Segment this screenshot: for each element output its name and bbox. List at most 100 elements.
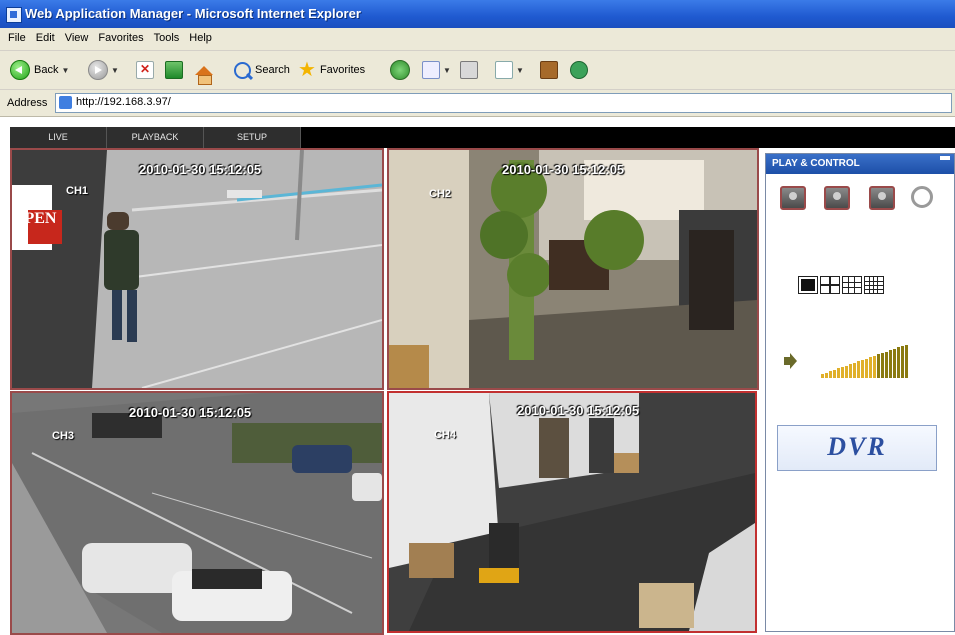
ch3-label: CH3 (52, 430, 75, 442)
edit-button[interactable]: ▼ (495, 59, 524, 81)
volume-bar (853, 362, 856, 378)
star-icon: ★ (298, 59, 316, 81)
menu-file[interactable]: File (0, 28, 31, 44)
panel-title: PLAY & CONTROL (772, 158, 860, 169)
ch2-timestamp: 2010-01-30 15:12:05 (502, 162, 625, 177)
ch2-scene (389, 150, 757, 388)
home-button[interactable] (195, 59, 213, 85)
back-label: Back (34, 64, 59, 76)
layout-1x1-icon[interactable] (798, 276, 818, 294)
camera-view-ch3[interactable]: 2010-01-30 15:12:05 CH3 (10, 391, 384, 635)
refresh-button[interactable] (165, 59, 183, 81)
menu-tools[interactable]: Tools (149, 28, 185, 44)
history-icon (390, 60, 410, 80)
volume-bar (865, 358, 868, 378)
back-button[interactable]: Back ▼ (10, 59, 69, 81)
volume-bar (897, 347, 900, 378)
address-url: http://192.168.3.97/ (76, 96, 171, 108)
research-button[interactable] (540, 59, 558, 81)
mail-icon (422, 61, 440, 79)
volume-bar (833, 369, 836, 378)
dvr-logo: DVR (777, 425, 937, 471)
layout-4x4-icon[interactable] (864, 276, 884, 294)
record-camera-icon[interactable] (780, 186, 806, 210)
playback-camera-icon[interactable] (869, 186, 895, 210)
address-bar: Address http://192.168.3.97/ (0, 90, 955, 117)
forward-button[interactable]: ▼ (88, 59, 119, 81)
favorites-label: Favorites (319, 64, 366, 76)
menu-bar: File Edit View Favorites Tools Help (0, 28, 955, 51)
menu-view[interactable]: View (60, 28, 94, 44)
volume-bar (829, 371, 832, 378)
camera-view-ch1[interactable]: 2010-01-30 15:12:05 CH1 OPEN (10, 148, 384, 390)
ch2-label: CH2 (429, 188, 452, 200)
edit-page-icon (495, 61, 513, 79)
mail-button[interactable]: ▼ (422, 59, 451, 81)
toolbar: Back ▼ ▼ Search ★ Favorites ▼ ▼ (0, 51, 955, 90)
search-button[interactable]: Search (234, 59, 290, 81)
favorites-button[interactable]: ★ Favorites (298, 59, 365, 81)
volume-bar (849, 364, 852, 378)
tab-live[interactable]: LIVE (10, 127, 107, 148)
ch4-label: CH4 (434, 429, 457, 441)
printer-icon (460, 61, 478, 79)
menu-edit[interactable]: Edit (31, 28, 60, 44)
tab-playback[interactable]: PLAYBACK (107, 127, 204, 148)
volume-bar (881, 353, 884, 378)
volume-bar (889, 350, 892, 378)
camera-grid: 2010-01-30 15:12:05 CH1 OPEN 2010-01-30 … (10, 148, 759, 635)
stop-button[interactable] (136, 59, 154, 81)
volume-bar (877, 354, 880, 378)
ch1-label: CH1 (66, 185, 89, 197)
ch3-scene (12, 393, 382, 633)
page-icon (59, 96, 72, 109)
volume-bar (901, 346, 904, 378)
search-label: Search (255, 64, 290, 76)
panel-header: PLAY & CONTROL (766, 154, 954, 174)
volume-bar (841, 367, 844, 378)
volume-bar (825, 372, 828, 378)
content-spacer (0, 117, 955, 127)
camera-view-ch4[interactable]: 2010-01-30 15:12:05 CH4 (387, 391, 757, 633)
volume-bar (837, 368, 840, 378)
print-button[interactable] (460, 59, 478, 81)
back-arrow-icon (10, 60, 30, 80)
history-button[interactable] (390, 59, 410, 81)
layout-2x2-icon[interactable] (820, 276, 840, 294)
dvr-nav-bar: LIVE PLAYBACK SETUP (10, 127, 955, 148)
search-icon (234, 61, 251, 79)
volume-bar (845, 365, 848, 378)
ch1-timestamp: 2010-01-30 15:12:05 (139, 162, 262, 177)
volume-slider[interactable] (821, 344, 916, 378)
camera-view-ch2[interactable]: 2010-01-30 15:12:05 CH2 (387, 148, 759, 390)
volume-bar (857, 361, 860, 378)
play-control-panel: PLAY & CONTROL DVR (765, 153, 955, 632)
back-dropdown-icon[interactable]: ▼ (61, 66, 69, 75)
ch4-timestamp: 2010-01-30 15:12:05 (517, 403, 640, 418)
window-title-bar: Web Application Manager - Microsoft Inte… (0, 0, 955, 28)
speaker-icon[interactable] (784, 353, 797, 369)
dvr-logo-text: DVR (827, 432, 887, 461)
volume-bar (873, 355, 876, 378)
volume-bar (869, 357, 872, 378)
menu-help[interactable]: Help (184, 28, 217, 44)
layout-3x3-icon[interactable] (842, 276, 862, 294)
mail-dropdown-icon[interactable]: ▼ (443, 66, 451, 75)
forward-arrow-icon (88, 60, 108, 80)
menu-favorites[interactable]: Favorites (93, 28, 148, 44)
snapshot-camera-icon[interactable] (824, 186, 850, 210)
address-input[interactable]: http://192.168.3.97/ (55, 93, 952, 113)
window-title: Web Application Manager - Microsoft Inte… (25, 6, 361, 21)
volume-bar (905, 344, 908, 378)
ch1-open-sign: OPEN (12, 210, 57, 227)
search-key-icon[interactable] (911, 186, 933, 208)
panel-minimize-icon[interactable] (940, 156, 950, 160)
volume-bar (885, 351, 888, 378)
edit-dropdown-icon[interactable]: ▼ (516, 66, 524, 75)
messenger-button[interactable] (570, 59, 588, 81)
internet-explorer-icon (6, 7, 22, 23)
tab-setup[interactable]: SETUP (204, 127, 301, 148)
volume-bar (893, 348, 896, 378)
stop-icon (136, 61, 154, 79)
forward-dropdown-icon[interactable]: ▼ (111, 66, 119, 75)
